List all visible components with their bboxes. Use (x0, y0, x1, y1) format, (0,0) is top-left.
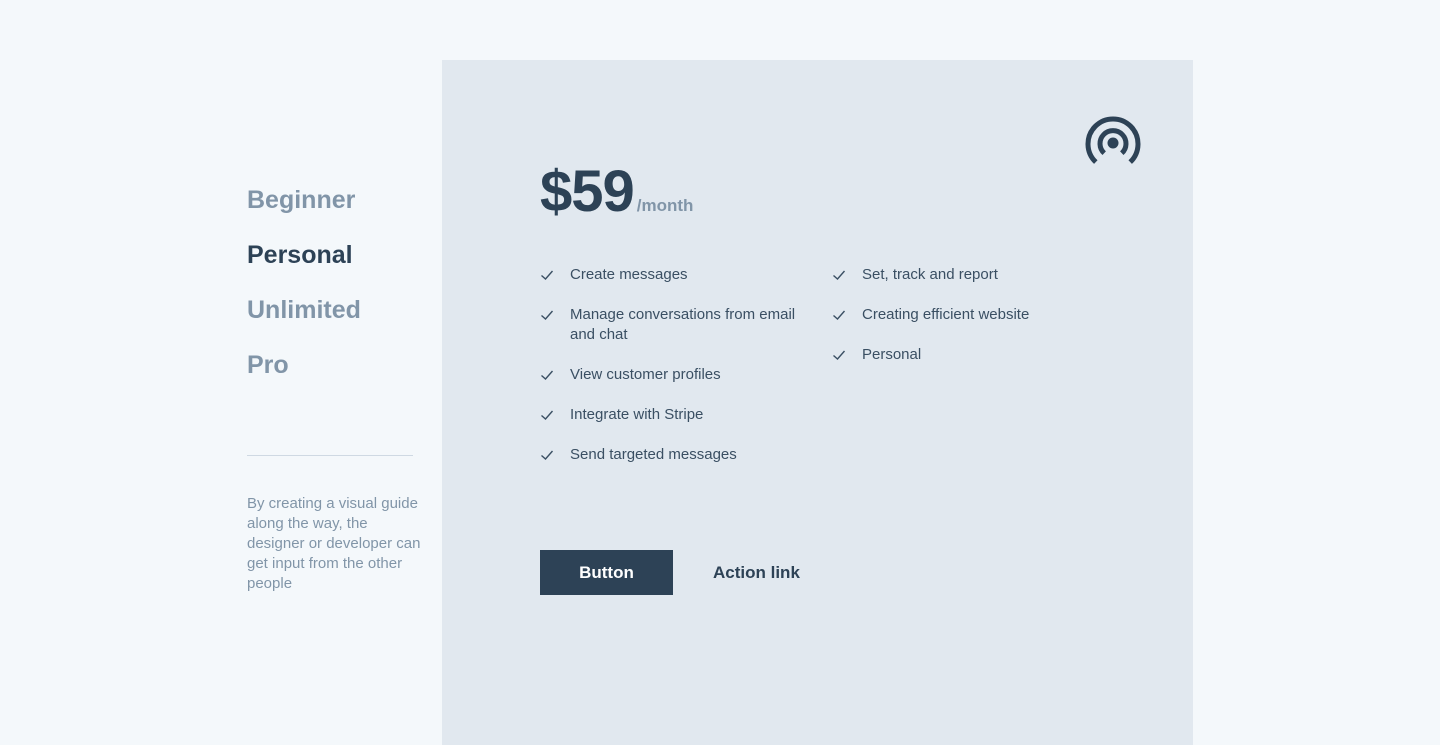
feature-item: Integrate with Stripe (540, 405, 810, 425)
pricing-page: Beginner Personal Unlimited Pro By creat… (0, 0, 1440, 745)
check-icon (541, 450, 554, 460)
feature-item: Create messages (540, 265, 810, 285)
feature-list-2: Set, track and report Creating efficient… (832, 265, 1092, 385)
price-amount: $59 (540, 159, 635, 224)
feature-label: Integrate with Stripe (570, 406, 704, 423)
feature-item: Send targeted messages (540, 445, 810, 465)
check-icon (541, 310, 554, 320)
check-icon (541, 370, 554, 380)
divider (247, 455, 413, 456)
price-period: /month (636, 196, 694, 215)
feature-item: View customer profiles (540, 365, 810, 385)
plan-item-pro[interactable]: Pro (247, 348, 417, 383)
feature-label: Set, track and report (862, 266, 998, 283)
plan-item-beginner[interactable]: Beginner (247, 183, 417, 218)
feature-label: Creating efficient website (862, 306, 1030, 323)
action-link[interactable]: Action link (713, 563, 800, 583)
feature-label: Manage conversations from email and chat (570, 306, 796, 343)
price: $59 /month (540, 158, 693, 225)
check-icon (833, 270, 846, 280)
feature-item: Personal (832, 345, 1092, 365)
feature-label: Create messages (570, 266, 688, 283)
feature-item: Manage conversations from email and chat (540, 305, 810, 345)
feature-label: Personal (862, 346, 922, 363)
pricing-panel: $59 /month Create messages Manage conver… (442, 60, 1193, 745)
feature-list-1: Create messages Manage conversations fro… (540, 265, 810, 485)
check-icon (541, 270, 554, 280)
plan-item-unlimited[interactable]: Unlimited (247, 293, 417, 328)
feature-item: Set, track and report (832, 265, 1092, 285)
check-icon (833, 350, 846, 360)
feature-label: Send targeted messages (570, 446, 737, 463)
feature-label: View customer profiles (570, 366, 721, 383)
check-icon (833, 310, 846, 320)
plan-description: By creating a visual guide along the way… (247, 495, 421, 592)
broadcast-icon (1085, 116, 1141, 164)
plan-item-personal[interactable]: Personal (247, 238, 417, 273)
check-icon (541, 410, 554, 420)
actions: Button Action link (540, 550, 800, 595)
primary-button[interactable]: Button (540, 550, 673, 595)
feature-item: Creating efficient website (832, 305, 1092, 325)
plan-nav: Beginner Personal Unlimited Pro (247, 183, 417, 403)
